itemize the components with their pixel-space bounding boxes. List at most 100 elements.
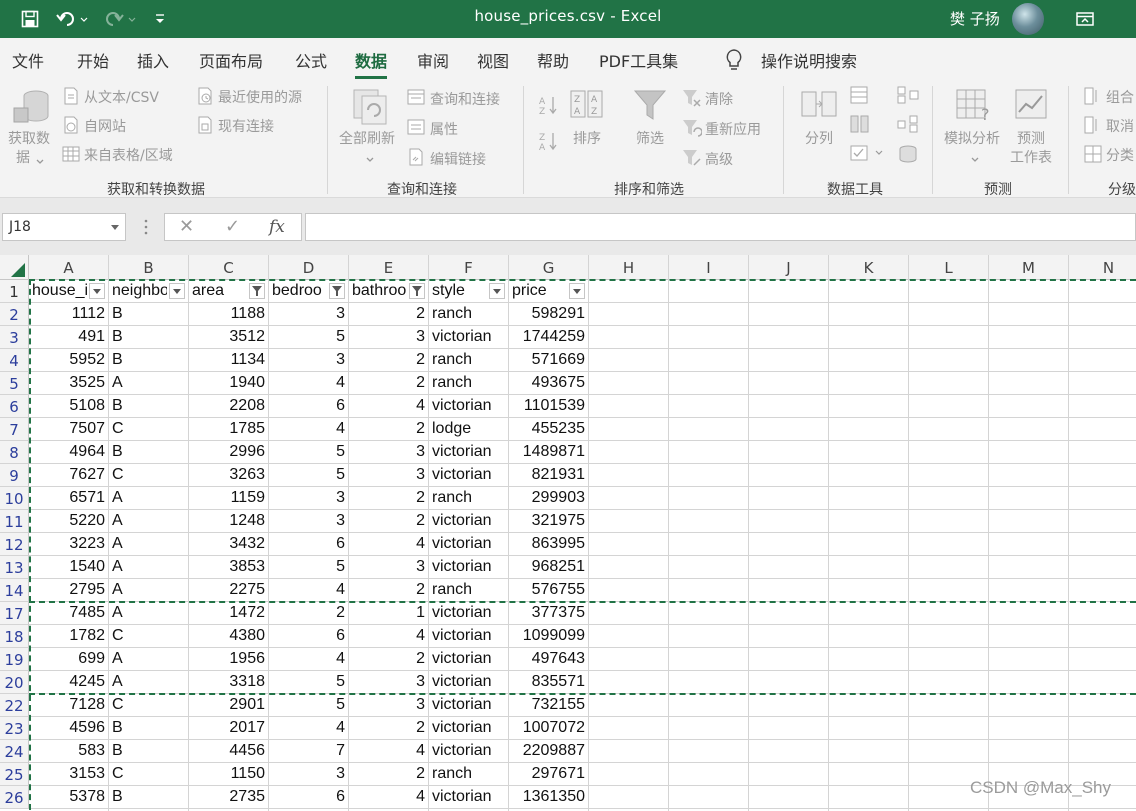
table-cell[interactable]: 2 [349, 418, 428, 441]
get-data-button-label2[interactable]: 据 [16, 147, 30, 167]
table-cell[interactable]: victorian [429, 717, 508, 740]
search-commands[interactable]: 操作说明搜索 [761, 48, 857, 72]
table-cell[interactable]: 3 [349, 694, 428, 717]
column-header-a[interactable]: A [29, 255, 109, 280]
from-text-csv-button[interactable]: 从文本/CSV [84, 87, 159, 107]
user-name[interactable]: 樊 子扬 [950, 8, 1000, 29]
table-cell[interactable]: 321975 [509, 510, 588, 533]
table-cell[interactable]: 4380 [189, 625, 268, 648]
row-header[interactable]: 5 [0, 372, 29, 395]
table-cell[interactable]: 377375 [509, 602, 588, 625]
table-cell[interactable]: 5 [269, 671, 348, 694]
table-cell[interactable]: 576755 [509, 579, 588, 602]
table-cell[interactable]: A [109, 671, 188, 694]
tab-view[interactable]: 视图 [477, 48, 509, 72]
table-cell[interactable]: 4 [269, 648, 348, 671]
formula-bar-grip-icon[interactable] [144, 218, 148, 236]
table-cell[interactable]: 3153 [29, 763, 108, 786]
filter-applied-icon[interactable] [329, 283, 345, 299]
table-cell[interactable]: 2795 [29, 579, 108, 602]
table-cell[interactable]: B [109, 326, 188, 349]
tab-data[interactable]: 数据 [355, 48, 388, 79]
table-cell[interactable]: ranch [429, 372, 508, 395]
table-cell[interactable]: ranch [429, 349, 508, 372]
table-cell[interactable]: victorian [429, 510, 508, 533]
table-cell[interactable]: 2735 [189, 786, 268, 809]
row-header[interactable]: 24 [0, 740, 29, 763]
column-header-k[interactable]: K [829, 255, 909, 280]
table-cell[interactable]: 2 [349, 372, 428, 395]
table-cell[interactable]: 3512 [189, 326, 268, 349]
column-header-i[interactable]: I [669, 255, 749, 280]
row-header[interactable]: 25 [0, 763, 29, 786]
table-cell[interactable]: ranch [429, 763, 508, 786]
column-header-l[interactable]: L [909, 255, 989, 280]
select-all-button[interactable] [0, 255, 29, 280]
row-header[interactable]: 12 [0, 533, 29, 556]
tab-file[interactable]: 文件 [12, 48, 44, 72]
table-cell[interactable]: 3 [269, 303, 348, 326]
table-cell[interactable]: 2 [349, 763, 428, 786]
table-cell[interactable]: 3 [349, 464, 428, 487]
tab-insert[interactable]: 插入 [137, 48, 169, 72]
filter-button[interactable]: 筛选 [636, 128, 664, 148]
formula-input[interactable] [305, 213, 1136, 241]
table-cell[interactable]: 297671 [509, 763, 588, 786]
table-cell[interactable]: 3 [269, 510, 348, 533]
table-cell[interactable]: 1785 [189, 418, 268, 441]
column-header-c[interactable]: C [189, 255, 269, 280]
table-cell[interactable]: lodge [429, 418, 508, 441]
table-cell[interactable]: 6 [269, 786, 348, 809]
table-cell[interactable]: 5 [269, 694, 348, 717]
header-cell[interactable]: bedroo [269, 280, 327, 303]
table-cell[interactable]: victorian [429, 602, 508, 625]
header-cell[interactable]: price [509, 280, 567, 303]
table-cell[interactable]: 4 [269, 579, 348, 602]
table-cell[interactable]: victorian [429, 694, 508, 717]
table-cell[interactable]: 732155 [509, 694, 588, 717]
row-header[interactable]: 6 [0, 395, 29, 418]
sort-button[interactable]: 排序 [573, 128, 601, 148]
refresh-all-button[interactable]: 全部刷新 [339, 128, 395, 148]
table-cell[interactable]: 1099099 [509, 625, 588, 648]
table-cell[interactable]: 863995 [509, 533, 588, 556]
table-cell[interactable]: ranch [429, 579, 508, 602]
table-cell[interactable]: 3853 [189, 556, 268, 579]
tab-page-layout[interactable]: 页面布局 [199, 48, 263, 72]
table-cell[interactable]: B [109, 349, 188, 372]
table-cell[interactable]: 3432 [189, 533, 268, 556]
row-header[interactable]: 22 [0, 694, 29, 717]
group-button[interactable]: 组合 [1106, 87, 1134, 107]
properties-button[interactable]: 属性 [430, 119, 458, 139]
table-cell[interactable]: 4 [269, 418, 348, 441]
row-header[interactable]: 4 [0, 349, 29, 372]
table-cell[interactable]: 6 [269, 533, 348, 556]
get-data-button[interactable]: 获取数 [8, 128, 50, 148]
table-cell[interactable]: 7485 [29, 602, 108, 625]
table-cell[interactable]: 2 [349, 349, 428, 372]
table-cell[interactable]: 4 [349, 533, 428, 556]
filter-dropdown-icon[interactable] [569, 283, 585, 299]
table-cell[interactable]: 1472 [189, 602, 268, 625]
worksheet-grid[interactable]: ABCDEFGHIJKLMN 1 house_i neighbo area bedroo… [0, 255, 1136, 811]
table-cell[interactable]: 4596 [29, 717, 108, 740]
table-cell[interactable]: victorian [429, 556, 508, 579]
enter-icon[interactable]: ✓ [225, 216, 240, 237]
table-cell[interactable]: A [109, 579, 188, 602]
row-header[interactable]: 1 [0, 280, 29, 303]
row-header[interactable]: 3 [0, 326, 29, 349]
table-cell[interactable]: B [109, 717, 188, 740]
table-cell[interactable]: 3 [349, 326, 428, 349]
column-header-h[interactable]: H [589, 255, 669, 280]
row-header[interactable]: 19 [0, 648, 29, 671]
recent-sources-button[interactable]: 最近使用的源 [218, 87, 302, 107]
table-cell[interactable]: 2017 [189, 717, 268, 740]
table-cell[interactable]: 4 [269, 717, 348, 740]
table-cell[interactable]: 7507 [29, 418, 108, 441]
subtotal-button[interactable]: 分类 [1106, 145, 1134, 165]
table-cell[interactable]: C [109, 625, 188, 648]
table-cell[interactable]: 1744259 [509, 326, 588, 349]
name-box-dropdown-icon[interactable] [111, 225, 119, 230]
table-cell[interactable]: 299903 [509, 487, 588, 510]
row-header[interactable]: 9 [0, 464, 29, 487]
